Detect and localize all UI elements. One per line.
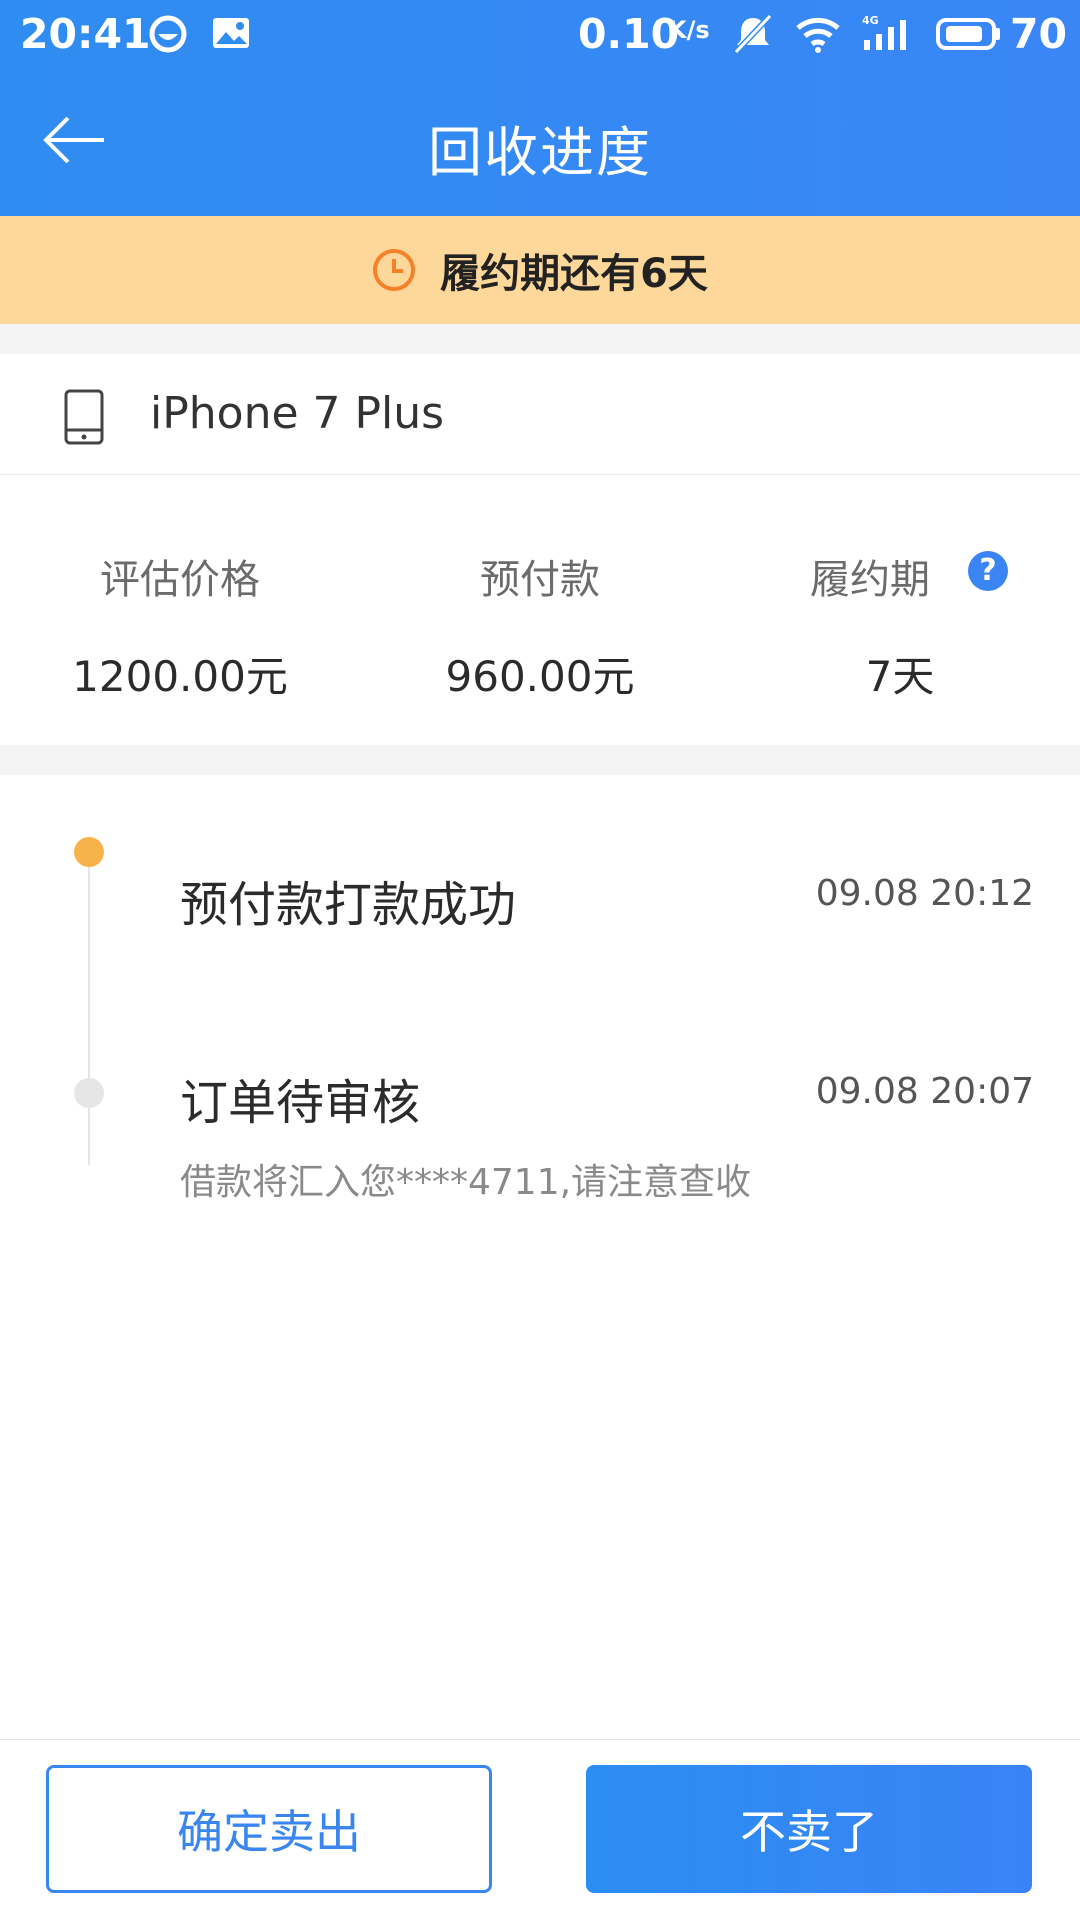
device-row: iPhone 7 Plus — [0, 354, 1080, 475]
order-summary: 评估价格 1200.00元 预付款 960.00元 履约期 ? 7天 — [0, 475, 1080, 745]
phone-icon — [64, 389, 104, 445]
prepayment-value: 960.00元 — [445, 652, 635, 701]
event-time: 09.08 20:12 — [815, 873, 1034, 914]
event-title: 预付款打款成功 — [180, 877, 517, 933]
app-header: 20:41 0.10 K/s 4G 70 回收进度 — [0, 0, 1080, 216]
status-bar: 20:41 0.10 K/s 4G 70 — [0, 0, 1080, 68]
countdown-text: 履约期还有6天 — [440, 251, 708, 297]
network-speed-unit: K/s — [668, 16, 710, 44]
fulfillment-countdown-banner: 履约期还有6天 — [0, 216, 1080, 324]
estimated-price-value: 1200.00元 — [72, 652, 288, 701]
section-divider — [0, 745, 1080, 775]
image-notification-icon — [210, 14, 252, 64]
mute-icon — [732, 13, 774, 64]
timeline-dot-inactive — [74, 1078, 104, 1108]
status-time: 20:41 — [20, 10, 151, 58]
help-question-icon[interactable]: ? — [968, 551, 1008, 591]
fulfillment-period-value: 7天 — [865, 652, 935, 701]
event-description: 借款将汇入您****4711,请注意查收 — [180, 1162, 752, 1203]
bottom-action-bar: 确定卖出 不卖了 — [0, 1739, 1080, 1921]
timeline-connector — [88, 855, 90, 1165]
progress-timeline: 预付款打款成功 09.08 20:12 订单待审核 09.08 20:07 借款… — [0, 775, 1080, 1739]
battery-icon — [934, 14, 1002, 64]
event-title: 订单待审核 — [180, 1075, 421, 1131]
svg-text:4G: 4G — [862, 14, 879, 27]
event-time: 09.08 20:07 — [815, 1071, 1034, 1112]
confirm-sell-button[interactable]: 确定卖出 — [46, 1765, 492, 1893]
wifi-icon — [796, 14, 840, 64]
battery-level: 70 — [1010, 10, 1068, 58]
section-divider — [0, 324, 1080, 354]
page-title: 回收进度 — [428, 121, 652, 184]
estimated-price-label: 评估价格 — [100, 557, 260, 603]
signal-4g-icon: 4G — [860, 14, 912, 64]
clock-icon — [373, 249, 416, 291]
prepayment-label: 预付款 — [480, 557, 600, 603]
network-speed: 0.10 — [578, 10, 680, 58]
device-name: iPhone 7 Plus — [150, 388, 445, 439]
timeline-dot-active — [74, 837, 104, 867]
cancel-sell-button[interactable]: 不卖了 — [586, 1765, 1032, 1893]
app-notification-icon — [148, 14, 188, 64]
